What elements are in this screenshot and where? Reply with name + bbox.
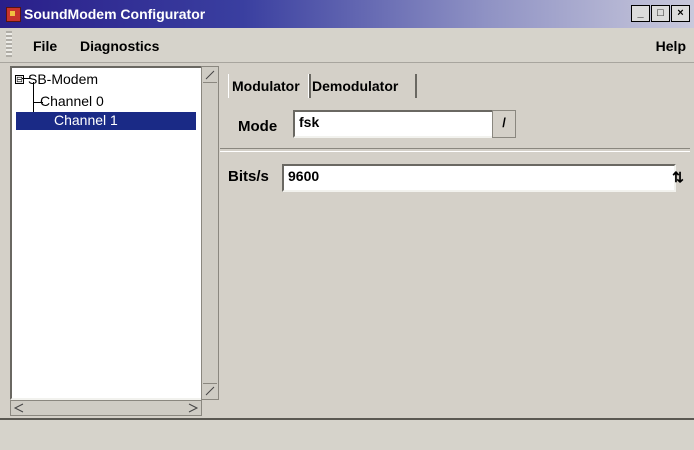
tree-item-channel-1[interactable]: Channel 1 [16, 112, 196, 130]
status-bar [0, 418, 694, 450]
tree-item-channel-0[interactable]: Channel 0 [40, 93, 104, 109]
mode-field[interactable]: fsk [293, 110, 499, 138]
scroll-right-icon[interactable] [187, 402, 199, 414]
close-button[interactable]: × [671, 5, 690, 22]
menu-help[interactable]: Help [656, 38, 686, 54]
bits-label: Bits/s [228, 168, 269, 185]
mode-dropdown-button[interactable]: / [492, 110, 516, 138]
bits-stepper-icon[interactable]: ⇅ [670, 164, 686, 192]
tree-item-label: Channel 1 [54, 112, 118, 128]
minimize-button[interactable]: _ [631, 5, 650, 22]
app-icon [6, 7, 21, 22]
mode-label: Mode [238, 118, 278, 135]
tree-vertical-scrollbar[interactable] [201, 66, 219, 400]
window-title: SoundModem Configurator [24, 6, 206, 22]
tab-demodulator[interactable]: Demodulator [308, 74, 417, 98]
collapse-icon[interactable]: ⊟ [15, 75, 24, 84]
menu-bar: File Diagnostics Help [0, 28, 694, 63]
bits-field[interactable]: 9600 [282, 164, 676, 192]
scroll-up-icon[interactable] [203, 68, 217, 83]
tab-modulator[interactable]: Modulator [228, 74, 311, 98]
menu-file[interactable]: File [33, 38, 57, 54]
separator [220, 148, 690, 152]
scroll-left-icon[interactable] [13, 402, 25, 414]
tree-horizontal-scrollbar[interactable] [10, 400, 202, 416]
maximize-button[interactable]: □ [651, 5, 670, 22]
menu-grip [6, 31, 12, 57]
window-controls: _ □ × [631, 5, 690, 22]
menu-diagnostics[interactable]: Diagnostics [80, 38, 159, 54]
scroll-down-icon[interactable] [203, 383, 217, 398]
channel-tree[interactable]: ⊟ SB-Modem Channel 0 Channel 1 [10, 66, 204, 400]
title-bar[interactable]: SoundModem Configurator _ □ × [0, 0, 694, 28]
tree-item-sb-modem[interactable]: SB-Modem [28, 71, 98, 87]
